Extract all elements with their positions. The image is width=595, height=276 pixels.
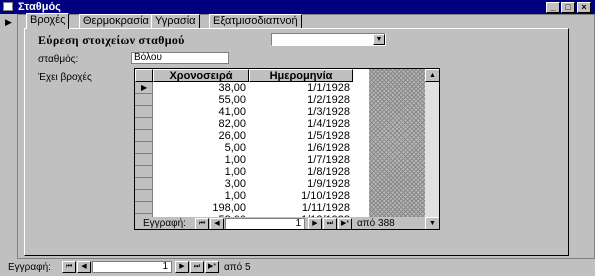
window-title: Σταθμός xyxy=(18,1,61,13)
rain-datasheet: Χρονοσειρά Ημερομηνία ▲ ▼ ▶ 38,00 1/1/1928… xyxy=(134,68,440,230)
current-record-icon: ▶ xyxy=(5,17,12,27)
main-new-record-icon[interactable]: ▶* xyxy=(205,261,219,273)
subform-navigation: Εγγραφή: ⏮ ◀ 1 ▶ ⏭ ▶* από 388 xyxy=(135,217,425,229)
cell-series-value[interactable]: 38,00 xyxy=(153,82,249,94)
row-selector[interactable] xyxy=(135,118,153,130)
tab-temperature[interactable]: Θερμοκρασία xyxy=(79,14,153,29)
cell-series-value[interactable]: 41,00 xyxy=(153,106,249,118)
close-button[interactable]: × xyxy=(577,2,591,13)
column-header-series[interactable]: Χρονοσειρά xyxy=(153,69,249,82)
record-selector[interactable]: ▶ xyxy=(0,14,18,259)
cell-series-value[interactable]: 1,00 xyxy=(153,166,249,178)
next-record-icon[interactable]: ▶ xyxy=(308,218,322,229)
cell-series-value[interactable]: 26,00 xyxy=(153,130,249,142)
scroll-down-icon[interactable]: ▼ xyxy=(425,217,439,229)
station-combo[interactable]: ▼ xyxy=(271,33,386,46)
row-selector[interactable] xyxy=(135,154,153,166)
rain-label: Έχει βροχές xyxy=(38,72,92,83)
cell-date[interactable]: 1/3/1928 xyxy=(249,106,353,118)
main-prev-record-icon[interactable]: ◀ xyxy=(77,261,91,273)
cell-date[interactable]: 1/4/1928 xyxy=(249,118,353,130)
tab-evapotranspiration[interactable]: Εξατμισοδιαπνοή xyxy=(209,14,302,29)
cell-date[interactable]: 1/8/1928 xyxy=(249,166,353,178)
main-first-record-icon[interactable]: ⏮ xyxy=(62,261,76,273)
dropdown-arrow-icon[interactable]: ▼ xyxy=(373,34,385,45)
tab-rain[interactable]: Βροχές xyxy=(26,13,70,29)
subform-record-count: από 388 xyxy=(357,218,395,229)
cell-date[interactable]: 1/10/1928 xyxy=(249,190,353,202)
row-selector[interactable]: ▶ xyxy=(135,82,153,94)
cell-series-value[interactable]: 3,00 xyxy=(153,178,249,190)
row-selector[interactable] xyxy=(135,94,153,106)
cell-date[interactable]: 1/11/1928 xyxy=(249,202,353,214)
prev-record-icon[interactable]: ◀ xyxy=(210,218,224,229)
current-row-icon: ▶ xyxy=(141,83,148,92)
empty-area xyxy=(369,69,425,229)
cell-date[interactable]: 1/9/1928 xyxy=(249,178,353,190)
main-next-record-icon[interactable]: ▶ xyxy=(175,261,189,273)
maximize-button[interactable]: □ xyxy=(561,2,575,13)
subform-record-number[interactable]: 1 xyxy=(225,218,305,229)
station-field[interactable]: Βόλου xyxy=(131,52,229,64)
row-selector[interactable] xyxy=(135,202,153,214)
cell-date[interactable]: 1/5/1928 xyxy=(249,130,353,142)
row-selector[interactable] xyxy=(135,106,153,118)
row-selector[interactable] xyxy=(135,178,153,190)
cell-series-value[interactable]: 55,00 xyxy=(153,94,249,106)
new-record-icon[interactable]: ▶* xyxy=(338,218,352,229)
cell-date[interactable]: 1/1/1928 xyxy=(249,82,353,94)
select-all-corner[interactable] xyxy=(135,69,153,82)
title-bar: Σταθμός _ □ × xyxy=(0,0,595,14)
record-label: Εγγραφή: xyxy=(8,262,51,273)
find-station-heading: Εύρεση στοιχείων σταθμού xyxy=(38,33,185,47)
cell-date[interactable]: 1/2/1928 xyxy=(249,94,353,106)
cell-series-value[interactable]: 1,00 xyxy=(153,154,249,166)
first-record-icon[interactable]: ⏮ xyxy=(195,218,209,229)
row-selector[interactable] xyxy=(135,142,153,154)
row-selector[interactable] xyxy=(135,190,153,202)
minimize-button[interactable]: _ xyxy=(546,2,560,13)
station-label: σταθμός: xyxy=(38,54,79,65)
cell-date[interactable]: 1/7/1928 xyxy=(249,154,353,166)
subform-record-label: Εγγραφή: xyxy=(143,218,186,229)
cell-series-value[interactable]: 1,00 xyxy=(153,190,249,202)
scroll-up-icon[interactable]: ▲ xyxy=(425,69,439,82)
cell-series-value[interactable]: 198,00 xyxy=(153,202,249,214)
tab-humidity[interactable]: Υγρασία xyxy=(151,14,200,29)
row-selector[interactable] xyxy=(135,166,153,178)
vertical-scrollbar[interactable]: ▲ ▼ xyxy=(425,69,439,229)
record-number[interactable]: 1 xyxy=(92,261,172,273)
row-selector[interactable] xyxy=(135,130,153,142)
form-icon xyxy=(3,2,13,11)
main-last-record-icon[interactable]: ⏭ xyxy=(190,261,204,273)
record-count: από 5 xyxy=(224,262,251,273)
cell-series-value[interactable]: 5,00 xyxy=(153,142,249,154)
column-header-date[interactable]: Ημερομηνία xyxy=(249,69,353,82)
last-record-icon[interactable]: ⏭ xyxy=(323,218,337,229)
cell-date[interactable]: 1/6/1928 xyxy=(249,142,353,154)
cell-series-value[interactable]: 82,00 xyxy=(153,118,249,130)
form-navigation: Εγγραφή: ⏮ ◀ 1 ▶ ⏭ ▶* από 5 xyxy=(0,260,595,276)
